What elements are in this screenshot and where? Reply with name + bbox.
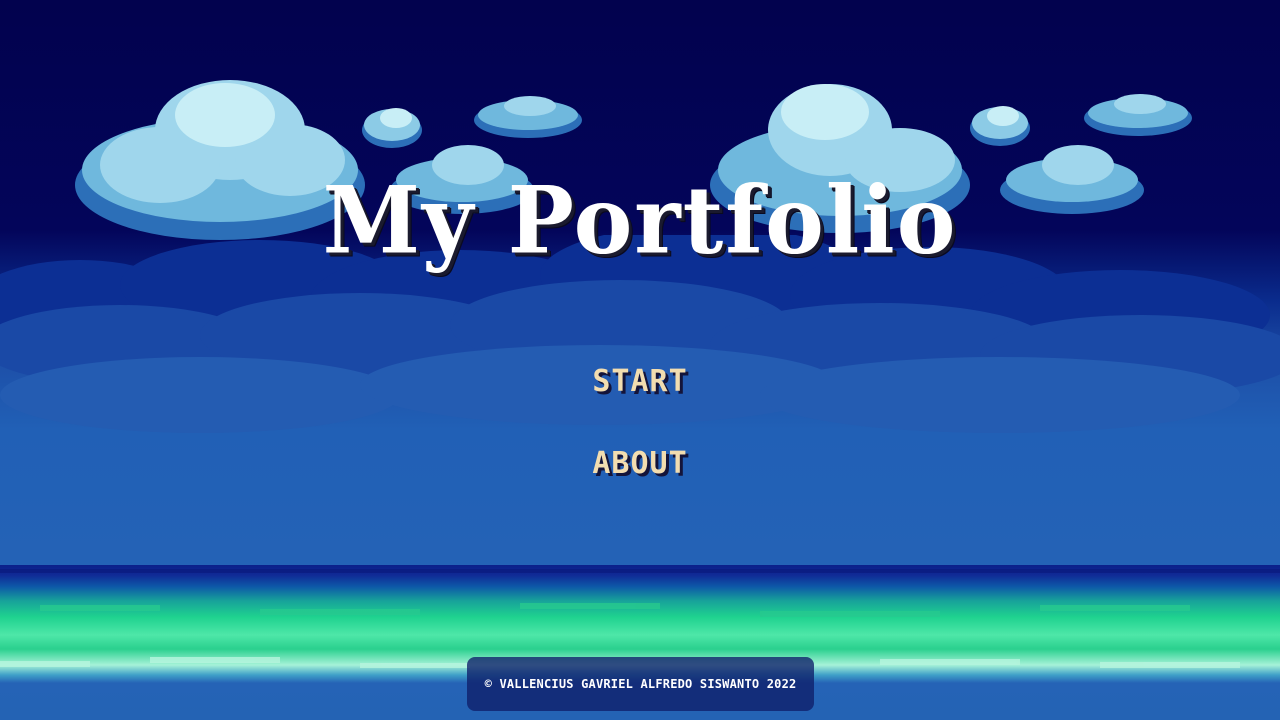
- game-title: My Portfolio: [322, 165, 958, 275]
- cloud-small-3: [970, 106, 1030, 146]
- cloud-small-2: [474, 96, 582, 138]
- copyright-symbol: ©: [484, 677, 492, 691]
- cloud-small-1: [362, 108, 422, 148]
- start-button[interactable]: START: [586, 362, 693, 401]
- copyright-footer: © VALLENCIUS GAVRIEL ALFREDO SISWANTO 20…: [467, 657, 814, 711]
- about-button[interactable]: ABOUT: [586, 444, 693, 483]
- menu-start: START: [0, 362, 1280, 401]
- title-screen: My Portfolio START ABOUT © VALLENCIUS GA…: [0, 0, 1280, 720]
- menu-about: ABOUT: [0, 444, 1280, 483]
- cloud-small-4: [1084, 94, 1192, 136]
- copyright-text: VALLENCIUS GAVRIEL ALFREDO SISWANTO 2022: [499, 677, 797, 691]
